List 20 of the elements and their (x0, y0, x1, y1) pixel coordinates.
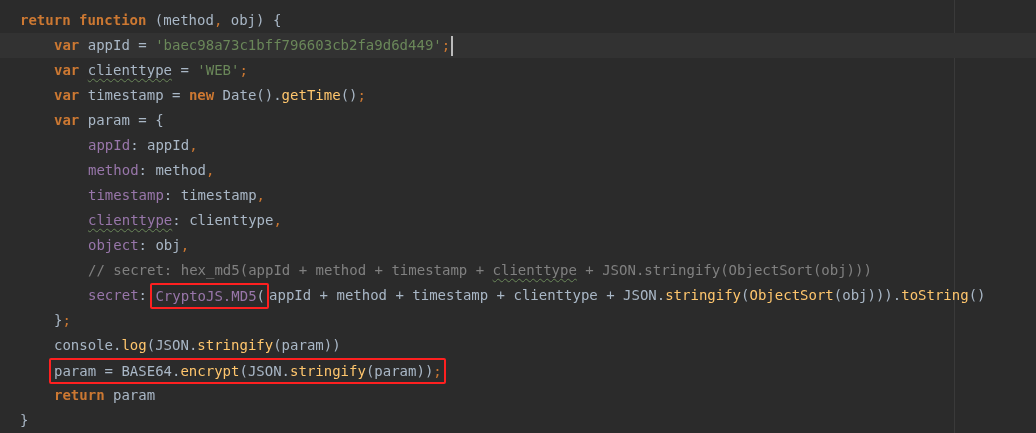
code-line: method: method, (88, 161, 215, 180)
code-line: } (20, 411, 29, 430)
code-text: secret: (88, 286, 148, 305)
code-line: timestamp: timestamp, (88, 186, 265, 205)
code-line: }; (54, 311, 71, 330)
code-line: var clienttype = 'WEB'; (54, 61, 248, 80)
code-line: var timestamp = new Date().getTime(); (54, 86, 366, 105)
code-line: console.log(JSON.stringify(param)) (54, 336, 341, 355)
highlighted-code: param = BASE64.encrypt(JSON.stringify(param)); (49, 357, 446, 384)
code-line: // secret: hex_md5(appId + method + timestamp + clienttype + JSON.stringify(ObjectSort(obj))) (88, 261, 872, 281)
code-line: var appId = 'baec98a73c1bff796603cb2fa9d6d449'; (54, 36, 451, 55)
code-line: object: obj, (88, 236, 190, 255)
code-line: return param (54, 386, 156, 405)
code-line: clienttype: clienttype, (88, 211, 282, 230)
code-text: appId + method + timestamp + clienttype + JSON.stringify(ObjectSort(obj))).toString() (269, 286, 986, 305)
highlighted-code: CryptoJS.MD5( (150, 282, 270, 309)
code-line: appId: appId, (88, 136, 198, 155)
text-cursor (451, 35, 454, 56)
code-line: return function (method, obj) { (20, 11, 282, 30)
code-line: var param = { (54, 111, 164, 130)
